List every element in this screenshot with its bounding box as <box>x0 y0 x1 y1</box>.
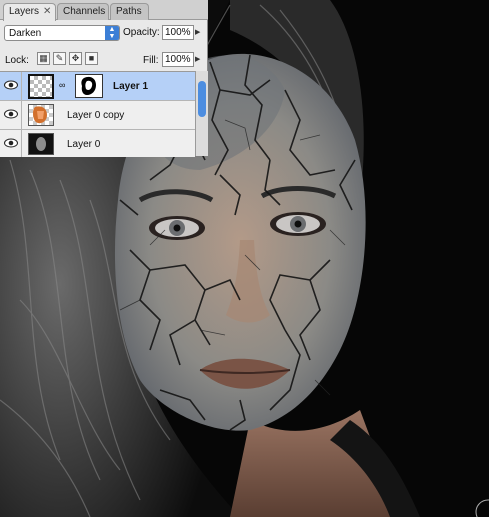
tab-layers-label: Layers <box>9 6 40 17</box>
portrait-thumbnail-icon <box>36 137 46 151</box>
eye-icon <box>4 109 18 119</box>
tab-channels[interactable]: Channels <box>57 3 109 20</box>
link-icon[interactable]: ∞ <box>59 80 65 90</box>
visibility-toggle[interactable] <box>0 101 22 129</box>
blend-mode-select[interactable]: Darken ▲ ▼ <box>4 25 120 41</box>
layer-row-layer-0[interactable]: Layer 0 <box>0 130 195 157</box>
layer-name[interactable]: Layer 0 copy <box>67 110 124 121</box>
mask-silhouette-icon <box>81 76 96 95</box>
chevron-right-icon[interactable]: ▶ <box>195 28 200 36</box>
chevron-right-icon[interactable]: ▶ <box>195 55 200 63</box>
tab-layers[interactable]: Layers ✕ <box>3 3 56 21</box>
layer-thumbnail[interactable] <box>28 74 54 99</box>
eye-icon <box>4 138 18 148</box>
photoshop-window: Layers ✕ Channels Paths Darken ▲ ▼ Opacity… <box>0 0 489 517</box>
chevron-updown-icon: ▲ ▼ <box>105 26 119 40</box>
opacity-input[interactable]: 100% <box>162 25 194 40</box>
lock-all-icon[interactable]: ■ <box>85 52 98 65</box>
layers-scrollbar[interactable] <box>195 71 208 156</box>
layer-list: ∞ Layer 1 Layer 0 copy Layer 0 <box>0 71 195 157</box>
eye-icon <box>4 80 18 90</box>
layer-thumbnail[interactable] <box>28 133 54 155</box>
lock-brush-icon[interactable]: ✎ <box>53 52 66 65</box>
opacity-label: Opacity: <box>123 27 160 38</box>
lock-move-icon[interactable]: ✥ <box>69 52 82 65</box>
face-thumbnail-icon <box>33 106 47 124</box>
tab-paths[interactable]: Paths <box>110 3 149 20</box>
blend-mode-value: Darken <box>9 28 42 39</box>
visibility-toggle[interactable] <box>0 130 22 157</box>
layer-thumbnail[interactable] <box>28 104 54 126</box>
layer-mask-thumbnail[interactable] <box>75 74 103 98</box>
layers-panel: Layers ✕ Channels Paths Darken ▲ ▼ Opacity… <box>0 0 208 157</box>
fill-input[interactable]: 100% <box>162 52 194 67</box>
lock-label: Lock: <box>5 55 29 66</box>
tab-paths-label: Paths <box>116 6 142 17</box>
panel-tab-bar: Layers ✕ Channels Paths <box>0 0 208 21</box>
layer-name[interactable]: Layer 1 <box>113 81 148 92</box>
layer-name[interactable]: Layer 0 <box>67 139 100 150</box>
lock-transparency-icon[interactable]: ▦ <box>37 52 50 65</box>
visibility-toggle[interactable] <box>0 72 22 100</box>
fill-label: Fill: <box>143 55 159 66</box>
tab-channels-label: Channels <box>63 6 106 17</box>
scrollbar-thumb[interactable] <box>198 81 206 117</box>
layer-row-layer-1[interactable]: ∞ Layer 1 <box>0 72 195 101</box>
close-icon[interactable]: ✕ <box>43 6 51 17</box>
layer-row-layer-0-copy[interactable]: Layer 0 copy <box>0 101 195 130</box>
